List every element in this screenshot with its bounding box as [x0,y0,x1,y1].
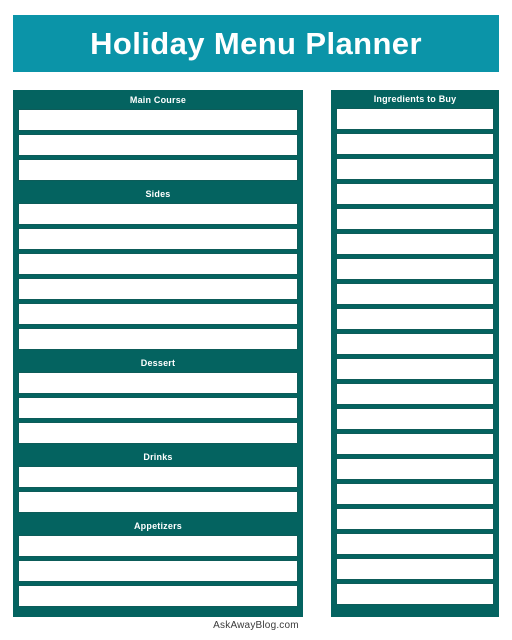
menu-write-in-row[interactable] [18,585,298,607]
ingredient-write-in-row[interactable] [336,383,494,405]
ingredient-write-in-row[interactable] [336,183,494,205]
ingredient-write-in-row[interactable] [336,333,494,355]
ingredient-write-in-row[interactable] [336,433,494,455]
ingredients-panel-header: Ingredients to Buy [373,94,457,104]
menu-write-in-row[interactable] [18,203,298,225]
ingredient-write-in-row[interactable] [336,508,494,530]
page-title: Holiday Menu Planner [90,26,422,61]
ingredient-write-in-row[interactable] [336,358,494,380]
ingredient-write-in-row[interactable] [336,158,494,180]
menu-write-in-row[interactable] [18,328,298,350]
menu-section: Main Course [18,90,298,181]
footer-credit: AskAwayBlog.com [213,620,299,631]
section-header-drinks: Drinks [18,447,298,466]
section-header-main-course: Main Course [18,90,298,109]
section-header-appetizers: Appetizers [18,516,298,535]
ingredient-write-in-row[interactable] [336,408,494,430]
menu-write-in-row[interactable] [18,278,298,300]
menu-write-in-row[interactable] [18,109,298,131]
menu-write-in-row[interactable] [18,466,298,488]
menu-write-in-row[interactable] [18,491,298,513]
menu-write-in-row[interactable] [18,159,298,181]
ingredients-panel: Ingredients to Buy [331,90,499,617]
menu-write-in-row[interactable] [18,303,298,325]
menu-write-in-row[interactable] [18,397,298,419]
section-header-dessert: Dessert [18,353,298,372]
menu-panel: Main Course Sides Dessert Drinks Appetizers [13,90,303,617]
menu-write-in-row[interactable] [18,422,298,444]
menu-write-in-row[interactable] [18,372,298,394]
menu-write-in-row[interactable] [18,253,298,275]
ingredient-write-in-row[interactable] [336,208,494,230]
menu-write-in-row[interactable] [18,134,298,156]
ingredient-write-in-row[interactable] [336,133,494,155]
ingredient-write-in-row[interactable] [336,558,494,580]
menu-section: Dessert [18,353,298,444]
menu-section: Drinks [18,447,298,513]
menu-section: Sides [18,184,298,350]
menu-section: Appetizers [18,516,298,607]
holiday-menu-planner-page: Holiday Menu Planner Main Course Sides Des… [0,0,512,640]
ingredient-write-in-row[interactable] [336,533,494,555]
ingredient-write-in-row[interactable] [336,483,494,505]
section-header-sides: Sides [18,184,298,203]
menu-write-in-row[interactable] [18,535,298,557]
ingredient-write-in-row[interactable] [336,283,494,305]
ingredient-write-in-row[interactable] [336,583,494,605]
ingredient-write-in-row[interactable] [336,258,494,280]
ingredient-write-in-row[interactable] [336,308,494,330]
menu-write-in-row[interactable] [18,560,298,582]
ingredient-write-in-row[interactable] [336,108,494,130]
title-banner: Holiday Menu Planner [13,15,499,72]
ingredient-write-in-row[interactable] [336,233,494,255]
menu-write-in-row[interactable] [18,228,298,250]
ingredient-write-in-row[interactable] [336,458,494,480]
